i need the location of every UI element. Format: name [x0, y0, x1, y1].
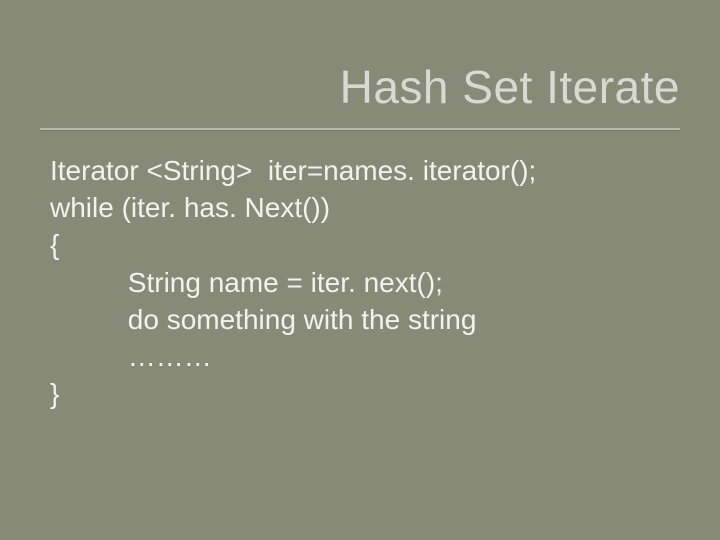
divider [40, 128, 680, 130]
code-line-6: ……… [50, 338, 680, 375]
slide-title: Hash Set Iterate [0, 60, 680, 114]
code-line-4: String name = iter. next(); [50, 264, 680, 301]
code-line-3: { [50, 226, 680, 263]
slide: Hash Set Iterate Iterator <String> iter=… [0, 0, 720, 540]
code-line-5: do something with the string [50, 301, 680, 338]
code-line-1: Iterator <String> iter=names. iterator()… [50, 152, 680, 189]
title-area: Hash Set Iterate [0, 0, 720, 128]
code-line-2: while (iter. has. Next()) [50, 189, 680, 226]
body-area: Iterator <String> iter=names. iterator()… [0, 152, 720, 413]
code-line-7: } [50, 375, 680, 412]
